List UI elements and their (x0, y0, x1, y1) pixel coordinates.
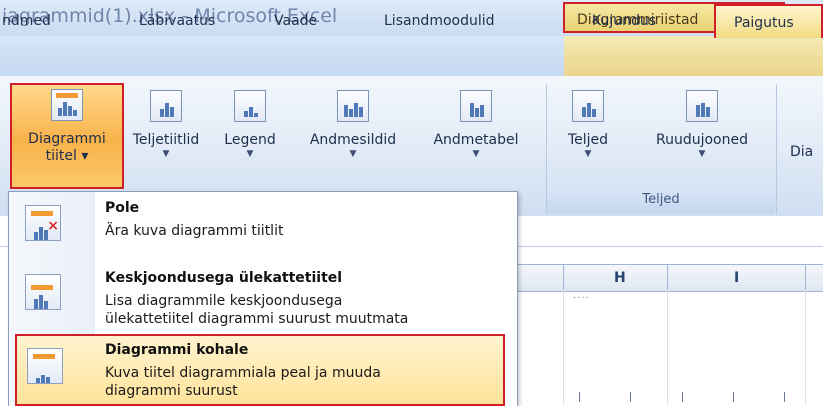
tab-review[interactable]: Läbivaatus (139, 13, 215, 29)
tab-view[interactable]: Vaade (274, 13, 317, 29)
menu-item-desc-line1: Lisa diagrammile keskjoondusega (105, 293, 343, 309)
legend-label: Legend (224, 132, 276, 148)
menu-item-title: Keskjoondusega ülekattetiitel (105, 270, 343, 286)
data-labels-icon (337, 90, 369, 122)
legend-icon (234, 90, 266, 122)
chart-title-button[interactable]: Diagrammi tiitel ▾ (10, 83, 124, 189)
axis-titles-icon (150, 90, 182, 122)
menu-item-desc: Ära kuva diagrammi tiitlit (105, 223, 284, 239)
gridlines-label: Ruudujooned (656, 132, 748, 148)
group-separator (776, 84, 777, 214)
gridlines-button[interactable]: Ruudujooned ▼ (636, 84, 768, 188)
menu-item-desc-line2: diagrammi suurust (105, 383, 238, 399)
chart-title-label-line1: Diagrammi (28, 131, 106, 147)
selection-marker: ···· (573, 293, 590, 304)
menu-item-title: Diagrammi kohale (105, 342, 249, 358)
above-chart-title-icon (27, 348, 63, 384)
chevron-down-icon: ▼ (349, 149, 357, 159)
chart-area-label: Dia (790, 144, 814, 160)
menu-item-desc-line2: ülekattetiitel diagrammi suurust muutmat… (105, 311, 409, 327)
menu-item-above-chart[interactable]: Diagrammi kohale Kuva tiitel diagrammial… (15, 334, 505, 406)
data-labels-label: Andmesildid (309, 132, 397, 148)
chevron-down-icon: ▼ (584, 149, 592, 159)
chevron-down-icon: ▼ (162, 149, 170, 159)
axes-button[interactable]: Teljed ▼ (560, 84, 616, 188)
overlay-title-icon (25, 274, 61, 310)
data-table-button[interactable]: Andmetabel ▼ (418, 84, 534, 188)
chart-title-dropdown-menu: × Pole Ära kuva diagrammi tiitlit Keskjo… (8, 191, 518, 406)
data-labels-button[interactable]: Andmesildid ▼ (290, 84, 416, 188)
column-header-h[interactable]: H (614, 270, 626, 286)
chevron-down-icon: ▼ (246, 149, 254, 159)
chart-area-icon (790, 84, 823, 144)
tab-design[interactable]: Kujundus (592, 13, 656, 29)
axis-titles-button[interactable]: Teljetiitlid ▼ (121, 84, 211, 188)
data-table-label: Andmetabel (433, 132, 519, 148)
menu-item-none[interactable]: × Pole Ära kuva diagrammi tiitlit (9, 192, 517, 250)
chart-area-button[interactable]: Dia (790, 84, 823, 188)
chevron-down-icon: ▼ (472, 149, 480, 159)
data-table-icon (460, 90, 492, 122)
tab-addins[interactable]: Lisandmoodulid (384, 13, 495, 29)
axis-titles-label: Teljetiitlid (132, 132, 200, 148)
chevron-down-icon: ▼ (698, 149, 706, 159)
menu-item-overlay-title[interactable]: Keskjoondusega ülekattetiitel Lisa diagr… (9, 262, 517, 330)
gridlines-icon (686, 90, 718, 122)
column-header-i[interactable]: I (734, 270, 739, 286)
axes-group-label: Teljed (642, 192, 680, 207)
tab-data[interactable]: ndmed (2, 13, 51, 29)
axes-icon (572, 90, 604, 122)
column-header-row: H I (505, 264, 823, 292)
chart-title-label-line2: tiitel ▾ (45, 148, 89, 164)
tab-layout[interactable]: Paigutus (714, 4, 823, 38)
axes-label: Teljed (567, 132, 609, 148)
menu-item-title: Pole (105, 200, 140, 216)
menu-item-desc-line1: Kuva tiitel diagrammiala peal ja muuda (105, 365, 381, 381)
legend-button[interactable]: Legend ▼ (214, 84, 286, 188)
no-title-icon: × (25, 205, 61, 241)
context-tabs-background (564, 36, 823, 76)
chart-title-icon (51, 89, 83, 121)
